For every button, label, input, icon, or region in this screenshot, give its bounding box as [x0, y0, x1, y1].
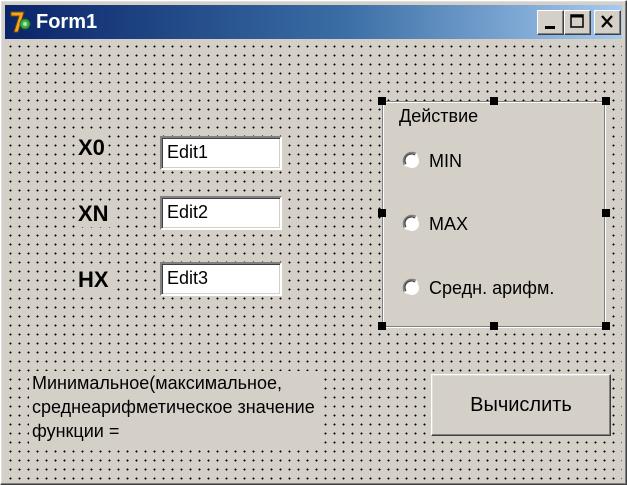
form-design-surface: X0 Edit1 XN Edit2 HX Edit3 Действие MIN — [5, 41, 622, 480]
title-bar[interactable]: Form1 — [5, 5, 622, 39]
label-hx: HX — [76, 267, 111, 293]
radio-circle-icon — [402, 278, 419, 295]
window-title: Form1 — [36, 11, 98, 33]
minimize-icon — [545, 26, 555, 29]
radio-mean-label: Средн. арифм. — [429, 278, 555, 298]
maximize-icon — [570, 14, 584, 28]
resize-handle-top[interactable] — [490, 97, 498, 105]
resize-handle-top-left[interactable] — [378, 97, 386, 105]
resize-handle-bottom[interactable] — [490, 322, 498, 330]
label-xn: XN — [76, 201, 111, 227]
maximize-button[interactable] — [564, 10, 591, 35]
resize-handle-left[interactable] — [378, 209, 386, 217]
edit1-input[interactable]: Edit1 — [160, 136, 282, 170]
close-button[interactable] — [594, 10, 621, 35]
radio-min-label: MIN — [429, 151, 462, 171]
radiogroup-caption: Действие — [397, 105, 481, 127]
form1-window: Form1 X0 Edit1 XN Edit2 HX Edit3 Действи… — [0, 0, 627, 485]
resize-handle-bottom-right[interactable] — [602, 322, 610, 330]
minimize-button[interactable] — [537, 10, 564, 35]
radio-circle-icon — [402, 214, 419, 231]
radio-max-label: MAX — [429, 214, 469, 234]
radio-circle-icon — [402, 151, 419, 168]
calculate-button[interactable]: Вычислить — [431, 374, 611, 436]
label-x0: X0 — [76, 135, 107, 161]
edit3-input[interactable]: Edit3 — [160, 262, 282, 296]
resize-handle-top-right[interactable] — [602, 97, 610, 105]
result-label-line-1: Минимальное(максимальное, — [32, 373, 283, 393]
result-label: Минимальное(максимальное, среднеарифмети… — [29, 371, 318, 445]
result-label-line-2: среднеарифметическое значение — [32, 397, 315, 417]
close-icon — [601, 15, 613, 28]
resize-handle-bottom-left[interactable] — [378, 322, 386, 330]
edit2-input[interactable]: Edit2 — [160, 196, 282, 230]
delphi-app-icon — [10, 11, 31, 33]
result-label-line-3: функции = — [32, 421, 120, 441]
resize-handle-right[interactable] — [602, 209, 610, 217]
